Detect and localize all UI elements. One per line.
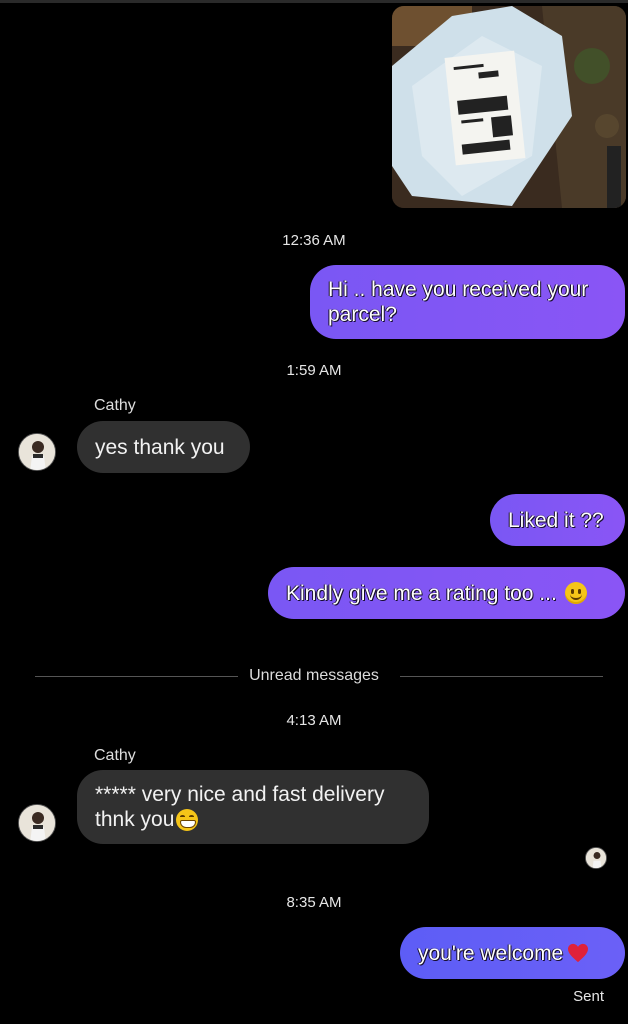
incoming-message[interactable]: yes thank you bbox=[77, 421, 250, 473]
outgoing-message[interactable]: you're welcome bbox=[400, 927, 625, 979]
timestamp: 4:13 AM bbox=[286, 712, 342, 729]
timestamp: 8:35 AM bbox=[286, 894, 342, 911]
contact-avatar[interactable] bbox=[18, 804, 56, 842]
red-heart-icon bbox=[568, 943, 589, 963]
unread-divider: Unread messages bbox=[0, 666, 628, 686]
outgoing-message[interactable]: Liked it ?? bbox=[490, 494, 625, 546]
top-bar-edge bbox=[0, 0, 628, 3]
message-text: Hi .. have you received your parcel? bbox=[328, 278, 589, 326]
sender-name: Cathy bbox=[94, 747, 136, 764]
seen-avatar bbox=[585, 847, 607, 869]
timestamp: 12:36 AM bbox=[282, 232, 346, 249]
message-text-line-2: thnk you bbox=[95, 807, 199, 832]
divider-line bbox=[400, 676, 603, 677]
contact-avatar[interactable] bbox=[18, 433, 56, 471]
message-text: Kindly give me a rating too ... bbox=[286, 581, 557, 605]
smiling-face-icon bbox=[564, 582, 587, 604]
incoming-message[interactable]: ***** very nice and fast delivery thnk y… bbox=[77, 770, 429, 844]
message-text: yes thank you bbox=[95, 435, 225, 459]
outgoing-message[interactable]: Hi .. have you received your parcel? bbox=[310, 265, 625, 339]
message-text-line: ***** very nice and fast delivery bbox=[95, 783, 385, 806]
message-text: Liked it ?? bbox=[508, 508, 604, 532]
sender-name: Cathy bbox=[94, 397, 136, 414]
timestamp: 1:59 AM bbox=[286, 362, 342, 379]
chat-screen: 12:36 AM Hi .. have you received your pa… bbox=[0, 0, 628, 1024]
grinning-face-icon bbox=[176, 809, 199, 832]
message-status: Sent bbox=[573, 988, 604, 1005]
parcel-photo[interactable] bbox=[392, 6, 626, 208]
outgoing-message[interactable]: Kindly give me a rating too ... bbox=[268, 567, 625, 619]
message-text: thnk you bbox=[95, 808, 175, 831]
message-text: you're welcome bbox=[418, 941, 564, 965]
